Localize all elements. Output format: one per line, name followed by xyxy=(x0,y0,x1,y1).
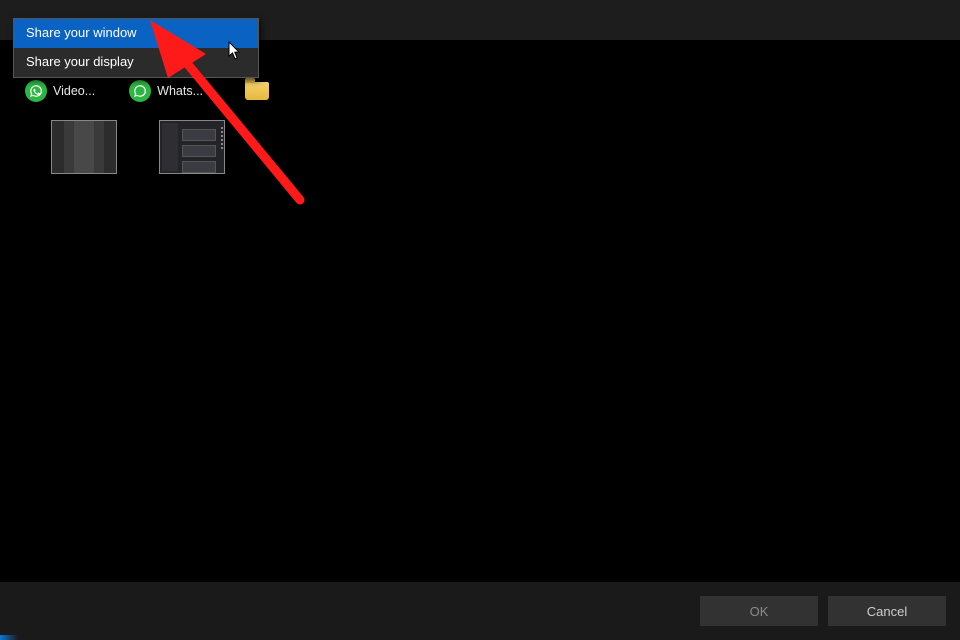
dialog-footer: OK Cancel xyxy=(0,582,960,640)
menu-item-share-window[interactable]: Share your window xyxy=(14,19,258,48)
grid-item-whatsapp[interactable]: Whats... xyxy=(129,80,203,102)
whatsapp-icon xyxy=(129,80,151,102)
grid-item-label: Whats... xyxy=(157,84,203,98)
ok-button[interactable]: OK xyxy=(700,596,818,626)
thumbnail-row xyxy=(51,98,225,174)
window-thumbnail[interactable] xyxy=(51,120,117,174)
window-thumbnail[interactable] xyxy=(159,120,225,174)
grid-item-video[interactable]: Video... xyxy=(25,80,95,102)
whatsapp-icon xyxy=(25,80,47,102)
menu-item-share-display[interactable]: Share your display xyxy=(14,48,258,77)
taskbar-accent xyxy=(0,635,18,640)
cancel-button[interactable]: Cancel xyxy=(828,596,946,626)
grid-label-row: Video... Whats... xyxy=(25,80,269,102)
share-mode-menu: Share your window Share your display xyxy=(13,18,259,78)
grid-item-label: Video... xyxy=(53,84,95,98)
source-grid-area: Video... Whats... xyxy=(13,40,947,570)
folder-icon xyxy=(245,82,269,100)
